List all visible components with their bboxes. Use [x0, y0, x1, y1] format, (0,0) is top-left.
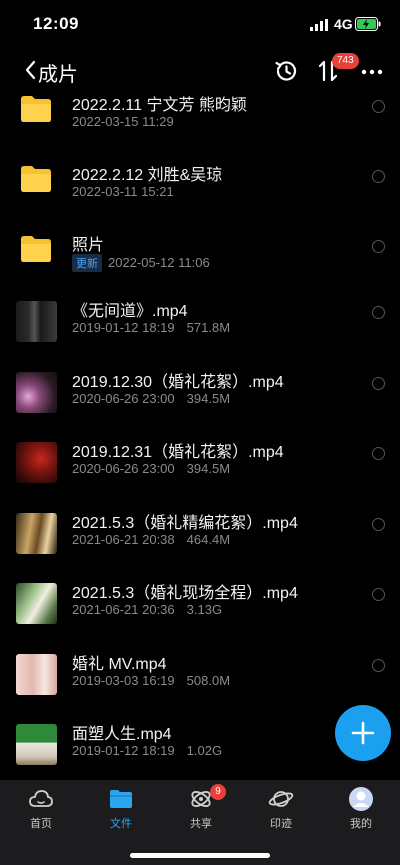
back-button[interactable]: 成片 [38, 58, 78, 87]
file-name: 照片 [72, 237, 105, 254]
tab-footprint[interactable]: 印迹 [251, 786, 311, 836]
more-icon[interactable] [360, 58, 384, 84]
list-item-folder[interactable]: 2022.2.12 刘胜&吴琼 2022-03-11 15:21 [0, 165, 400, 235]
tab-home-label: 首页 [30, 818, 52, 830]
list-item-folder[interactable]: 2022.2.11 宁文芳 熊昀颖 2022-03-15 11:29 [0, 95, 400, 165]
tab-mine-label: 我的 [350, 818, 372, 830]
planet-icon [268, 791, 294, 807]
file-name: 2022.2.11 宁文芳 熊昀颖 [72, 97, 247, 114]
updated-tag: 更新 [72, 254, 102, 272]
home-indicator [130, 853, 270, 858]
file-date: 2019-01-12 18:19 [72, 743, 175, 758]
file-meta: 2022-03-11 15:21 [72, 184, 174, 199]
video-thumbnail [16, 513, 57, 554]
list-item-video[interactable]: 婚礼 MV.mp4 2019-03-03 16:19 508.0M [0, 654, 400, 724]
select-radio[interactable] [372, 306, 385, 319]
back-chevron-icon[interactable] [22, 58, 38, 82]
tab-home[interactable]: 首页 [11, 786, 71, 836]
folder-icon [21, 96, 51, 122]
add-button[interactable] [335, 705, 391, 761]
battery-charging-icon [355, 17, 381, 31]
file-name: 面塑人生.mp4 [72, 726, 172, 743]
list-item-video[interactable]: 2019.12.31（婚礼花絮）.mp4 2020-06-26 23:00 394… [0, 442, 400, 512]
tab-files[interactable]: 文件 [91, 786, 151, 836]
list-item-video[interactable]: 2021.5.3（婚礼现场全程）.mp4 2021-06-21 20:36 3.1… [0, 583, 400, 653]
file-name: 2021.5.3（婚礼现场全程）.mp4 [72, 585, 298, 602]
folder-icon [110, 790, 132, 808]
file-meta: 2022-03-15 11:29 [72, 114, 174, 129]
file-meta: 2019-03-03 16:19 508.0M [72, 673, 230, 688]
tab-mine[interactable]: 我的 [331, 786, 391, 836]
select-radio[interactable] [372, 100, 385, 113]
file-date: 2022-03-11 15:21 [72, 184, 174, 199]
file-size: 1.02G [186, 743, 223, 758]
folder-icon [21, 166, 51, 192]
file-meta: 2021-06-21 20:36 3.13G [72, 602, 222, 617]
file-size: 3.13G [186, 602, 223, 617]
tab-footprint-label: 印迹 [270, 818, 292, 830]
file-list: 2022.2.11 宁文芳 熊昀颖 2022-03-15 11:29 2022.… [0, 95, 400, 780]
list-item-video[interactable]: 《无间道》.mp4 2019-01-12 18:19 571.8M [0, 301, 400, 371]
file-size: 394.5M [186, 391, 231, 406]
file-name: 2022.2.12 刘胜&吴琼 [72, 167, 223, 184]
file-name: 婚礼 MV.mp4 [72, 656, 167, 673]
select-radio[interactable] [372, 588, 385, 601]
file-name: 2021.5.3（婚礼精编花絮）.mp4 [72, 515, 298, 532]
video-thumbnail [16, 583, 57, 624]
select-radio[interactable] [372, 377, 385, 390]
video-thumbnail [16, 654, 57, 695]
folder-icon [21, 236, 51, 262]
file-name: 2019.12.30（婚礼花絮）.mp4 [72, 374, 284, 391]
file-meta: 2021-06-21 20:38 464.4M [72, 532, 230, 547]
video-thumbnail [16, 301, 57, 342]
list-item-video[interactable]: 2019.12.30（婚礼花絮）.mp4 2020-06-26 23:00 394… [0, 372, 400, 442]
file-meta: 2020-06-26 23:00 394.5M [72, 461, 230, 476]
file-size: 508.0M [186, 673, 231, 688]
list-item-folder[interactable]: 照片 更新 2022-05-12 11:06 [0, 235, 400, 305]
file-date: 2019-01-12 18:19 [72, 320, 175, 335]
share-badge: 9 [210, 784, 226, 800]
file-date: 2020-06-26 23:00 [72, 391, 175, 406]
file-size: 394.5M [186, 461, 231, 476]
video-thumbnail [16, 442, 57, 483]
file-date: 2019-03-03 16:19 [72, 673, 175, 688]
network-type: 4G [334, 16, 353, 32]
status-bar: 12:09 4G [0, 0, 400, 50]
file-name: 《无间道》.mp4 [72, 303, 188, 320]
file-meta: 2019-01-12 18:19 1.02G [72, 743, 222, 758]
list-item-video[interactable]: 2021.5.3（婚礼精编花絮）.mp4 2021-06-21 20:38 464… [0, 513, 400, 583]
file-meta: 2019-01-12 18:19 571.8M [72, 320, 230, 335]
signal-icon [310, 19, 328, 31]
file-date: 2021-06-21 20:38 [72, 532, 175, 547]
file-size: 464.4M [186, 532, 231, 547]
file-date: 2022-05-12 11:06 [108, 255, 210, 270]
avatar [349, 787, 373, 811]
select-radio[interactable] [372, 518, 385, 531]
cloud-icon [29, 790, 53, 807]
select-radio[interactable] [372, 170, 385, 183]
tab-files-label: 文件 [110, 818, 132, 830]
file-date: 2020-06-26 23:00 [72, 461, 175, 476]
status-time: 12:09 [33, 14, 79, 33]
sort-badge: 743 [332, 53, 359, 69]
file-meta: 2020-06-26 23:00 394.5M [72, 391, 230, 406]
file-size: 571.8M [186, 320, 231, 335]
tab-share-label: 共享 [190, 818, 212, 830]
file-meta: 更新 2022-05-12 11:06 [72, 254, 210, 272]
navigation-bar: 成片 743 [0, 50, 400, 94]
video-thumbnail [16, 372, 57, 413]
select-radio[interactable] [372, 240, 385, 253]
tab-share[interactable]: 9 共享 [171, 784, 231, 836]
history-icon[interactable] [273, 58, 299, 84]
file-date: 2022-03-15 11:29 [72, 114, 174, 129]
plus-icon [351, 721, 375, 745]
select-radio[interactable] [372, 659, 385, 672]
file-name: 2019.12.31（婚礼花絮）.mp4 [72, 444, 284, 461]
file-date: 2021-06-21 20:36 [72, 602, 175, 617]
video-thumbnail [16, 724, 57, 765]
select-radio[interactable] [372, 447, 385, 460]
